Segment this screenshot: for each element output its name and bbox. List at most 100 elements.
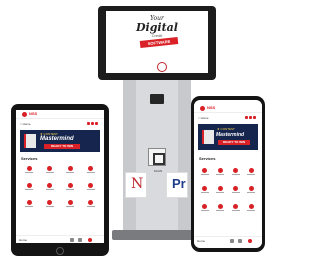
logo-badge-left-text: N: [131, 176, 144, 192]
service-icon: [217, 186, 223, 191]
service-icon: [233, 186, 239, 191]
service-tile[interactable]: [40, 183, 61, 190]
home-icon[interactable]: [248, 239, 252, 243]
service-icon: [26, 166, 32, 171]
service-icon: [47, 200, 53, 205]
service-tile[interactable]: [60, 200, 81, 207]
brand-logo-icon: [200, 106, 205, 111]
phone-section-title: Services: [199, 156, 216, 161]
service-tile[interactable]: [213, 186, 229, 193]
phone-notch: [215, 96, 235, 100]
service-tile[interactable]: [213, 204, 229, 211]
service-tile[interactable]: [197, 204, 213, 211]
promo-subtitle: READY TO WIN: [218, 140, 250, 145]
service-icon: [67, 183, 73, 188]
product-showcase: Your Digital Credit SOFTWARE SCAN N Pr N…: [0, 0, 267, 259]
service-tile[interactable]: [60, 183, 81, 190]
promo-title: Mastermind: [216, 132, 245, 138]
phone-promo-banner[interactable]: ★ CONTEST Mastermind READY TO WIN: [198, 124, 258, 150]
service-tile[interactable]: [19, 200, 40, 207]
service-tile[interactable]: [228, 186, 244, 193]
service-icon: [217, 204, 223, 209]
logo-badge-right-text: Pr: [172, 176, 186, 191]
logo-badge-left: N: [125, 172, 147, 198]
kiosk-display[interactable]: Your Digital Credit SOFTWARE: [106, 11, 208, 73]
tablet-promo-banner[interactable]: ★ CONTEST Mastermind READY TO WIN: [20, 130, 100, 152]
share-icon[interactable]: [70, 238, 74, 242]
service-tile[interactable]: [244, 168, 260, 175]
service-tile[interactable]: [40, 166, 61, 173]
service-icon: [202, 168, 208, 173]
cart-icon[interactable]: [91, 122, 94, 125]
phone-brand-name: NSS: [207, 105, 216, 110]
tablet-screen: NSS < Home ★ CONTEST Mastermind READY TO…: [16, 110, 104, 243]
phone-device: NSS < Home ★ CONTEST Mastermind READY TO…: [191, 96, 265, 252]
service-tile[interactable]: [19, 166, 40, 173]
service-icon: [67, 200, 73, 205]
brand-logo-icon: [22, 112, 27, 117]
service-icon: [202, 204, 208, 209]
service-icon: [202, 186, 208, 191]
qr-code-icon: [148, 148, 166, 166]
promo-image: [202, 130, 214, 144]
kiosk-logo-line3: Credit: [151, 33, 163, 38]
service-tile[interactable]: [244, 186, 260, 193]
service-icon: [88, 166, 94, 171]
promo-tag: ★ CONTEST: [217, 127, 235, 131]
kiosk-banner: SOFTWARE: [139, 37, 179, 48]
service-tile[interactable]: [228, 204, 244, 211]
phone-app-bar: NSS: [194, 104, 262, 119]
service-icon: [233, 168, 239, 173]
home-icon[interactable]: [88, 238, 92, 242]
phone-nav-label[interactable]: Home: [197, 239, 205, 243]
service-icon: [233, 204, 239, 209]
camera-icon: [157, 62, 167, 72]
phone-screen: NSS < Home ★ CONTEST Mastermind READY TO…: [194, 100, 262, 248]
service-icon: [88, 183, 94, 188]
tablet-back-link[interactable]: < Home: [20, 122, 31, 126]
service-tile[interactable]: [81, 166, 102, 173]
share-icon[interactable]: [230, 239, 234, 243]
chat-icon[interactable]: [238, 239, 242, 243]
promo-title: Mastermind: [40, 136, 74, 142]
service-icon: [26, 200, 32, 205]
service-tile[interactable]: [60, 166, 81, 173]
tablet-section-title: Services: [21, 156, 38, 161]
service-icon: [47, 166, 53, 171]
bell-icon[interactable]: [245, 116, 248, 119]
service-tile[interactable]: [197, 168, 213, 175]
phone-bottom-nav: Home: [194, 236, 262, 244]
menu-icon[interactable]: [253, 116, 256, 119]
cart-icon[interactable]: [249, 116, 252, 119]
bell-icon[interactable]: [87, 122, 90, 125]
service-tile[interactable]: [228, 168, 244, 175]
service-tile[interactable]: [213, 168, 229, 175]
service-tile[interactable]: [81, 183, 102, 190]
tablet-brand-name: NSS: [29, 111, 38, 116]
toolbar-icons[interactable]: [86, 112, 100, 125]
home-button-icon[interactable]: [56, 247, 64, 255]
phone-back-link[interactable]: < Home: [198, 116, 209, 120]
toolbar-icons[interactable]: [244, 106, 258, 119]
service-tile[interactable]: [19, 183, 40, 190]
phone-service-grid: [197, 168, 259, 211]
service-icon: [88, 200, 94, 205]
service-tile[interactable]: [40, 200, 61, 207]
service-icon: [248, 186, 254, 191]
menu-icon[interactable]: [95, 122, 98, 125]
tablet-app-bar: NSS: [16, 110, 104, 125]
logo-badge-right: Pr: [166, 172, 188, 198]
promo-image: [24, 134, 36, 148]
kiosk-screen: Your Digital Credit SOFTWARE: [98, 6, 216, 80]
service-tile[interactable]: [81, 200, 102, 207]
service-tile[interactable]: [244, 204, 260, 211]
tablet-device: NSS < Home ★ CONTEST Mastermind READY TO…: [11, 104, 109, 256]
chat-icon[interactable]: [78, 238, 82, 242]
tablet-nav-label[interactable]: Home: [19, 238, 27, 242]
promo-subtitle: READY TO WIN: [44, 144, 80, 149]
service-icon: [26, 183, 32, 188]
card-reader-icon[interactable]: [150, 94, 164, 104]
tablet-bottom-nav: Home: [16, 235, 104, 243]
service-icon: [248, 204, 254, 209]
service-tile[interactable]: [197, 186, 213, 193]
